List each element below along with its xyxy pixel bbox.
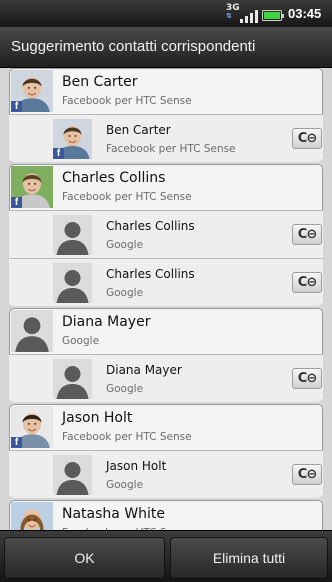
page-title: Suggerimento contatti corrispondenti (11, 38, 256, 55)
contact-name: Natasha White (62, 506, 166, 522)
matched-contact-row[interactable]: f Ben Carter Facebook per HTC Sense C⊖ (9, 114, 323, 162)
facebook-icon: f (11, 437, 22, 448)
contact-main-row[interactable]: f Ben Carter Facebook per HTC Sense (9, 68, 323, 114)
matched-contact-row[interactable]: Jason Holt Google C⊖ (9, 450, 323, 498)
contact-group-card: f Ben Carter Facebook per HTC Sense f Ben Ca… (9, 68, 323, 162)
contact-source: Facebook per HTC Sense (62, 95, 192, 107)
status-bar: 3G ⇅ 03:45 (0, 0, 332, 27)
contact-main-row[interactable]: f Charles Collins Facebook per HTC Sense (9, 164, 323, 210)
matched-contact-photo (53, 263, 92, 303)
matched-contact-name: Charles Collins (106, 267, 195, 281)
contact-main-row[interactable]: fNatasha WhiteFacebook per HTC Sense (9, 500, 323, 530)
matched-contact-name: Jason Holt (106, 459, 167, 473)
facebook-icon: f (11, 197, 22, 208)
link-icon[interactable]: C⊖ (292, 128, 322, 149)
title-bar: Suggerimento contatti corrispondenti (0, 27, 332, 68)
ok-button[interactable]: OK (4, 537, 165, 579)
contact-group-card: Diana Mayer Google Diana Mayer Google C⊖ (9, 308, 323, 402)
contact-name: Diana Mayer (62, 314, 151, 330)
contact-main-row[interactable]: Diana Mayer Google (9, 308, 323, 354)
matched-contact-row[interactable]: Charles Collins Google C⊖ (9, 210, 323, 258)
matched-contact-photo (53, 215, 92, 255)
matched-contact-source: Facebook per HTC Sense (106, 143, 236, 155)
contact-match-list[interactable]: f Ben Carter Facebook per HTC Sense f Ben Ca… (0, 68, 332, 530)
link-icon[interactable]: C⊖ (292, 368, 322, 389)
matched-contact-photo (53, 359, 92, 399)
delete-all-button[interactable]: Elimina tutti (170, 537, 328, 579)
status-time: 03:45 (288, 6, 322, 21)
matched-contact-row[interactable]: Charles Collins Google C⊖ (9, 258, 323, 306)
matched-contact-source: Google (106, 479, 144, 491)
matched-contact-photo: f (53, 119, 92, 159)
contact-main-row[interactable]: f Jason Holt Facebook per HTC Sense (9, 404, 323, 450)
contact-photo: f (11, 70, 53, 112)
contact-photo (11, 310, 53, 352)
contact-source: Facebook per HTC Sense (62, 191, 192, 203)
contact-group-card: f Jason Holt Facebook per HTC Sense Jason H… (9, 404, 323, 498)
contact-source: Google (62, 335, 100, 347)
contact-group-card: fNatasha WhiteFacebook per HTC SenseNata… (9, 500, 323, 530)
network-3g-icon: 3G ⇅ (226, 3, 240, 20)
matched-contact-source: Google (106, 239, 144, 251)
contact-group-card: f Charles Collins Facebook per HTC Sense Ch… (9, 164, 323, 306)
link-icon[interactable]: C⊖ (292, 464, 322, 485)
battery-icon (262, 10, 284, 21)
matched-contact-row[interactable]: Diana Mayer Google C⊖ (9, 354, 323, 402)
screen: 3G ⇅ 03:45 Suggerimento contatti corrisp… (0, 0, 332, 582)
matched-contact-source: Google (106, 383, 144, 395)
matched-contact-name: Diana Mayer (106, 363, 182, 377)
contact-photo: f (11, 406, 53, 448)
contact-source: Facebook per HTC Sense (62, 431, 192, 443)
contact-photo: f (11, 166, 53, 208)
matched-contact-name: Charles Collins (106, 219, 195, 233)
contact-photo: f (11, 502, 53, 530)
contact-name: Charles Collins (62, 170, 166, 186)
bottom-button-bar: OK Elimina tutti (0, 530, 332, 582)
facebook-icon: f (53, 148, 64, 159)
matched-contact-name: Ben Carter (106, 123, 171, 137)
link-icon[interactable]: C⊖ (292, 224, 322, 245)
facebook-icon: f (11, 101, 22, 112)
matched-contact-source: Google (106, 287, 144, 299)
link-icon[interactable]: C⊖ (292, 272, 322, 293)
contact-name: Jason Holt (62, 410, 133, 426)
contact-name: Ben Carter (62, 74, 138, 90)
matched-contact-photo (53, 455, 92, 495)
signal-icon (240, 9, 262, 23)
